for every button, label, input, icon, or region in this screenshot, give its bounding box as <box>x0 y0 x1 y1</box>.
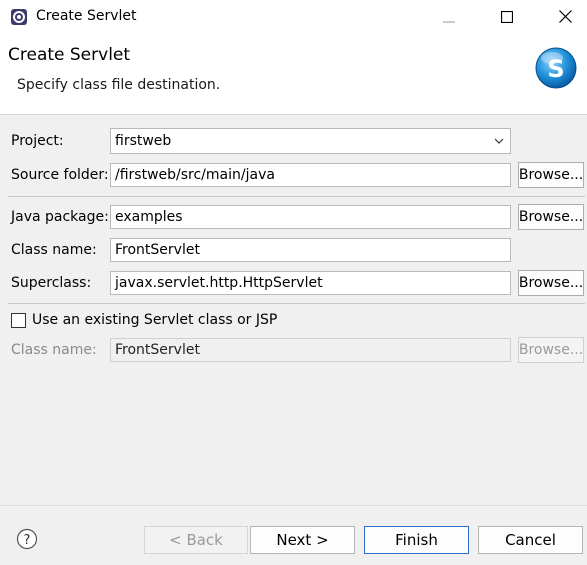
help-button[interactable]: ? <box>16 528 38 550</box>
source-folder-browse-button[interactable]: Browse... <box>518 162 584 188</box>
finish-button[interactable]: Finish <box>364 526 469 554</box>
java-package-label: Java package: <box>11 209 109 225</box>
svg-text:S: S <box>547 55 564 83</box>
svg-text:?: ? <box>24 533 31 548</box>
use-existing-label[interactable]: Use an existing Servlet class or JSP <box>32 312 277 328</box>
page-subtitle: Specify class file destination. <box>17 77 221 93</box>
close-icon <box>558 10 572 23</box>
project-value: firstweb <box>115 133 172 149</box>
source-folder-label: Source folder: <box>11 167 109 183</box>
superclass-browse-button[interactable]: Browse... <box>518 270 584 296</box>
servlet-logo-icon: S <box>534 46 578 90</box>
separator <box>8 196 585 197</box>
back-button: < Back <box>144 526 248 554</box>
maximize-icon <box>501 10 513 23</box>
maximize-button[interactable] <box>478 0 536 33</box>
existing-class-name-label: Class name: <box>11 342 97 358</box>
existing-class-browse-button: Browse... <box>518 337 584 363</box>
use-existing-checkbox[interactable] <box>11 313 26 328</box>
source-folder-input[interactable]: /firstweb/src/main/java <box>110 163 511 187</box>
superclass-label: Superclass: <box>11 275 92 291</box>
help-icon: ? <box>16 528 38 550</box>
minimize-button[interactable] <box>420 0 478 33</box>
existing-class-name-input: FrontServlet <box>110 338 511 362</box>
window-title: Create Servlet <box>36 8 137 24</box>
class-name-input[interactable]: FrontServlet <box>110 238 511 262</box>
superclass-input[interactable]: javax.servlet.http.HttpServlet <box>110 271 511 295</box>
separator <box>8 303 585 304</box>
eclipse-icon <box>10 8 28 26</box>
footer-separator <box>0 505 587 506</box>
java-package-browse-button[interactable]: Browse... <box>518 204 584 230</box>
minimize-icon <box>443 21 455 22</box>
next-button[interactable]: Next > <box>250 526 355 554</box>
cancel-button[interactable]: Cancel <box>478 526 583 554</box>
close-button[interactable] <box>536 0 587 33</box>
chevron-down-icon <box>494 138 504 144</box>
java-package-input[interactable]: examples <box>110 205 511 229</box>
project-label: Project: <box>11 133 64 149</box>
class-name-label: Class name: <box>11 242 97 258</box>
project-combo[interactable]: firstweb <box>110 128 511 154</box>
page-title: Create Servlet <box>8 45 131 65</box>
